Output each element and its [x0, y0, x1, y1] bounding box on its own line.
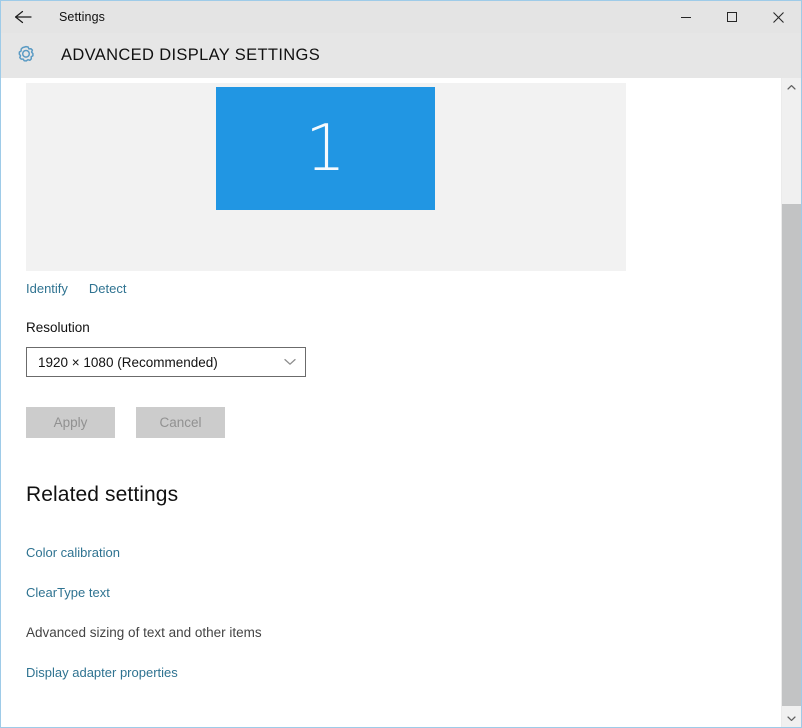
- resolution-label: Resolution: [26, 320, 90, 335]
- related-item: ClearType text: [26, 572, 262, 612]
- display-adapter-properties-link[interactable]: Display adapter properties: [26, 665, 178, 680]
- related-settings-list: Color calibration ClearType text Advance…: [26, 532, 262, 692]
- gear-icon: [12, 42, 40, 70]
- back-arrow-icon: [13, 9, 35, 25]
- page-title: ADVANCED DISPLAY SETTINGS: [61, 46, 321, 64]
- resolution-selected-value: 1920 × 1080 (Recommended): [38, 354, 218, 370]
- settings-window: Settings ADVANCED DISPLAY SETTINGS 1 Ide…: [0, 0, 802, 728]
- advanced-sizing-text: Advanced sizing of text and other items: [26, 624, 262, 640]
- maximize-icon: [726, 11, 738, 23]
- cleartype-text-link[interactable]: ClearType text: [26, 585, 110, 600]
- detect-link[interactable]: Detect: [89, 281, 127, 296]
- identify-link[interactable]: Identify: [26, 281, 68, 296]
- related-settings-heading: Related settings: [26, 483, 179, 506]
- resolution-dropdown[interactable]: 1920 × 1080 (Recommended): [26, 347, 306, 377]
- display-actions: Identify Detect: [26, 281, 127, 296]
- window-title: Settings: [59, 10, 105, 24]
- related-item: Color calibration: [26, 532, 262, 572]
- close-icon: [772, 11, 785, 24]
- scroll-down-arrow-icon: [787, 709, 796, 727]
- maximize-button[interactable]: [709, 1, 755, 33]
- scroll-up-button[interactable]: [782, 78, 801, 96]
- chevron-down-icon: [275, 348, 305, 376]
- page-header: ADVANCED DISPLAY SETTINGS: [1, 33, 801, 78]
- settings-content: 1 Identify Detect Resolution 1920 × 1080…: [1, 78, 782, 727]
- minimize-icon: [680, 11, 692, 23]
- action-buttons: Apply Cancel: [26, 407, 225, 438]
- minimize-button[interactable]: [663, 1, 709, 33]
- vertical-scrollbar[interactable]: [781, 78, 801, 727]
- monitor-tile-1[interactable]: 1: [216, 87, 435, 210]
- window-controls: [663, 1, 801, 33]
- title-bar: Settings: [1, 1, 801, 33]
- related-item: Display adapter properties: [26, 652, 262, 692]
- related-item: Advanced sizing of text and other items: [26, 612, 262, 652]
- cancel-button[interactable]: Cancel: [136, 407, 225, 438]
- display-preview-panel: 1: [26, 83, 626, 271]
- color-calibration-link[interactable]: Color calibration: [26, 545, 120, 560]
- scrollbar-thumb[interactable]: [782, 204, 801, 706]
- back-button[interactable]: [1, 1, 47, 33]
- scroll-down-button[interactable]: [782, 709, 801, 727]
- scroll-up-arrow-icon: [787, 78, 796, 96]
- close-button[interactable]: [755, 1, 801, 33]
- monitor-number: 1: [305, 111, 346, 186]
- apply-button[interactable]: Apply: [26, 407, 115, 438]
